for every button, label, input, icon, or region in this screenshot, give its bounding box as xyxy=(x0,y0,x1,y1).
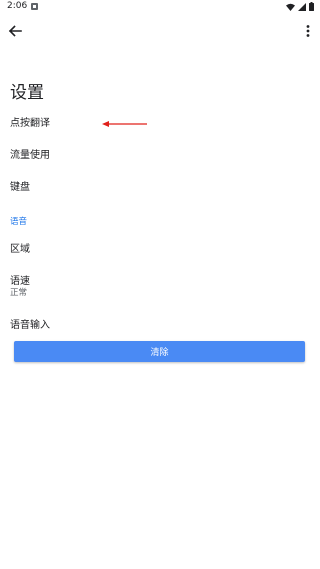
pref-voice-input[interactable]: 语音输入 xyxy=(10,316,50,331)
more-vert-icon[interactable] xyxy=(302,22,314,40)
category-voice: 语音 xyxy=(10,217,28,227)
battery-icon xyxy=(309,2,314,11)
status-bar: 2:06 xyxy=(0,0,320,14)
arrow-back-icon[interactable] xyxy=(6,22,24,40)
wifi-icon xyxy=(286,3,295,11)
clear-button-label: 清除 xyxy=(150,348,169,358)
notification-icon xyxy=(31,3,38,10)
annotation-arrow-icon xyxy=(102,121,147,127)
page-title: 设置 xyxy=(10,83,44,103)
pref-tap-to-translate[interactable]: 点按翻译 xyxy=(10,114,50,129)
status-time: 2:06 xyxy=(7,1,28,11)
pref-speech-rate[interactable]: 语速 xyxy=(10,272,30,287)
toolbar xyxy=(0,16,320,46)
pref-region[interactable]: 区域 xyxy=(10,240,30,255)
signal-icon xyxy=(298,2,306,11)
status-icons xyxy=(286,2,314,11)
pref-keyboard[interactable]: 键盘 xyxy=(10,178,30,193)
pref-data-usage[interactable]: 流量使用 xyxy=(10,146,50,161)
clear-button[interactable]: 清除 xyxy=(14,341,305,362)
pref-speech-rate-value: 正常 xyxy=(10,288,28,298)
